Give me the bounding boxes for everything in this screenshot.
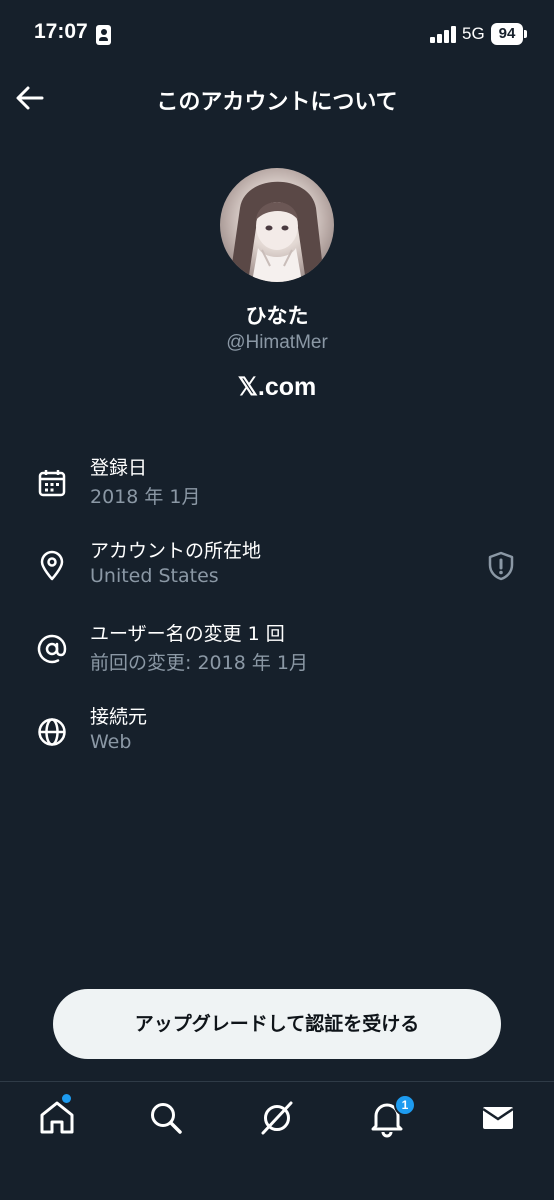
info-title: アカウントの所在地	[90, 540, 262, 562]
site-label: 𝕏.com	[237, 373, 317, 401]
avatar[interactable]	[220, 168, 334, 282]
info-value: 前回の変更: 2018 年 1月	[90, 652, 308, 674]
home-icon[interactable]	[37, 1098, 77, 1138]
search-icon[interactable]	[146, 1098, 186, 1138]
calendar-icon	[38, 470, 66, 497]
at-sign-icon	[37, 634, 67, 664]
home-unread-dot	[62, 1094, 71, 1103]
avatar-image	[230, 181, 324, 282]
info-title: 登録日	[90, 457, 148, 479]
info-title: ユーザー名の変更 1 回	[90, 623, 285, 645]
shield-alert-icon[interactable]	[486, 550, 516, 582]
id-card-icon	[96, 25, 111, 45]
signal-icon	[430, 26, 456, 43]
globe-icon	[38, 718, 66, 746]
info-row-location: アカウントの所在地 United States	[0, 536, 554, 606]
page-title: このアカウントについて	[156, 90, 398, 115]
bottom-tab-bar	[0, 1081, 554, 1200]
info-value: 2018 年 1月	[90, 486, 201, 508]
info-value: Web	[90, 731, 132, 753]
location-pin-icon	[40, 550, 64, 581]
status-bar: 17:07 5G 94	[0, 0, 554, 70]
display-name: ひなた	[245, 304, 309, 328]
info-row-username-changes: ユーザー名の変更 1 回 前回の変更: 2018 年 1月	[0, 619, 554, 689]
info-row-connected-via: 接続元 Web	[0, 702, 554, 772]
info-value: United States	[90, 565, 219, 587]
battery-icon: 94	[491, 23, 523, 45]
username-handle: @HimatMer	[226, 332, 328, 353]
network-type: 5G	[462, 24, 485, 43]
mail-icon[interactable]	[478, 1098, 518, 1138]
grok-icon[interactable]	[257, 1098, 297, 1138]
upgrade-verify-button[interactable]: アップグレードして認証を受ける	[53, 989, 501, 1059]
notification-badge: 1	[394, 1094, 416, 1116]
info-title: 接続元	[90, 706, 148, 728]
info-row-joined: 登録日 2018 年 1月	[0, 453, 554, 523]
battery-tip	[524, 30, 527, 38]
status-time: 17:07	[34, 20, 88, 43]
